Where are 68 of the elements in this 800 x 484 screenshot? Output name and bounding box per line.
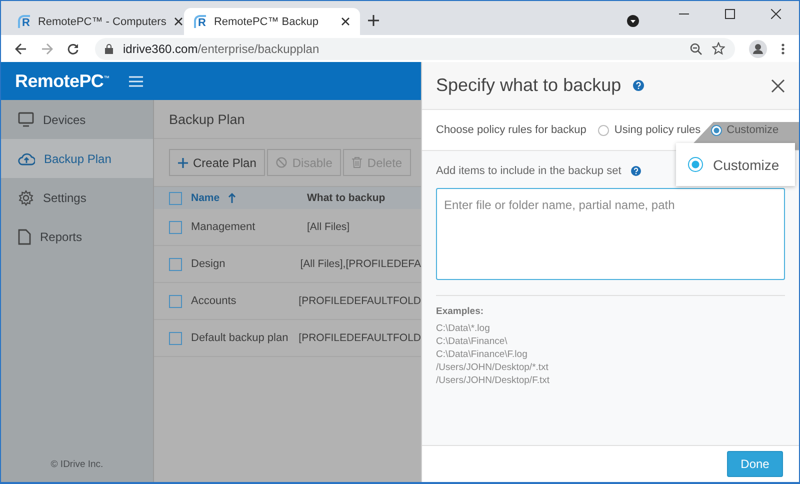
radio-button[interactable] [598,124,610,136]
monitor-icon [18,112,34,127]
example-path: /Users/JOHN/Desktop/F.txt [436,374,550,387]
table-cell: [All Files],[PROFILEDEFA [300,258,421,270]
table-cell-text: Design [191,258,226,270]
checkbox[interactable] [169,258,182,270]
block-icon [276,157,288,168]
radio-option[interactable]: Using policy rules [598,124,701,136]
example-path: /Users/JOHN/Desktop/*.txt [436,361,550,374]
browser-tab[interactable]: R RemotePC™ - Computers [8,8,184,35]
toolbar-button[interactable]: Create Plan [169,149,266,176]
menu-icon[interactable] [129,76,144,86]
sidebar-item[interactable]: Devices [1,100,153,139]
lock-icon [105,44,113,54]
table-cell: [All Files] [307,221,350,233]
table-cell-text: Management [191,221,256,233]
avatar-icon[interactable] [749,40,767,58]
checkbox[interactable] [169,220,182,234]
close-icon[interactable] [341,17,350,26]
close-icon[interactable] [174,17,184,26]
sidebar-item[interactable]: Reports [1,217,153,256]
example-path: C:\Data\*.log [436,322,491,335]
new-tab-icon[interactable] [368,15,379,26]
close-icon[interactable] [771,9,781,19]
example-path: C:\Data\Finance\F.log [436,348,528,361]
checkbox[interactable] [169,192,182,204]
app-logo: RemotePC$^{™}$ [15,70,110,92]
trash-icon [352,157,362,168]
table-cell-text: Accounts [191,295,238,307]
policy-label: Choose policy rules for backup [436,124,586,136]
radio-label: Customize [713,156,780,172]
browser-tab[interactable]: R RemotePC™ Backup [184,8,360,35]
address-field[interactable]: idrive360.com/enterprise/backupplan [95,38,735,60]
table-cell-text: Default backup plan [191,332,290,344]
field-label: Add items to include in the backup set [436,165,622,177]
sort-ascending-icon [228,193,236,203]
close-icon[interactable] [771,78,785,92]
star-icon[interactable] [712,42,725,55]
site-logo: R [18,15,30,28]
menu-icon[interactable] [781,42,785,54]
checkbox[interactable] [169,332,182,344]
help-icon[interactable] [631,166,642,176]
table-cell: [PROFILEDEFAULTFOLD [298,295,421,307]
maximize-icon[interactable] [725,9,735,19]
help-icon[interactable] [633,80,644,91]
copyright-text: © IDrive Inc. [50,459,104,472]
items-input-field[interactable]: Enter file or folder name, partial name, path [436,188,785,280]
examples-heading: Examples: [436,306,485,317]
settings-icon [18,190,34,206]
checkbox[interactable] [169,294,182,308]
cloud-upload-icon [18,152,35,166]
example-path: C:\Data\Finance\ [436,335,508,348]
back-icon[interactable] [15,42,27,54]
reload-icon[interactable] [67,42,79,54]
page-title: Backup Plan [169,112,245,126]
column-header[interactable]: Name [191,192,307,204]
table-cell: [PROFILEDEFAULTFOLD [298,332,421,344]
site-logo: R [194,15,206,28]
dropdown-icon[interactable] [627,15,639,27]
zoom-out-icon[interactable] [690,42,702,54]
column-header[interactable]: What to backup [307,192,386,204]
plus-icon [178,158,188,168]
radio-button[interactable] [688,157,703,172]
document-icon [18,228,31,244]
sidebar-item[interactable]: Backup Plan [1,139,153,178]
panel-title: Specify what to backup [436,75,622,96]
done-button[interactable]: Done [727,451,783,477]
sidebar-item[interactable]: Settings [1,178,153,217]
